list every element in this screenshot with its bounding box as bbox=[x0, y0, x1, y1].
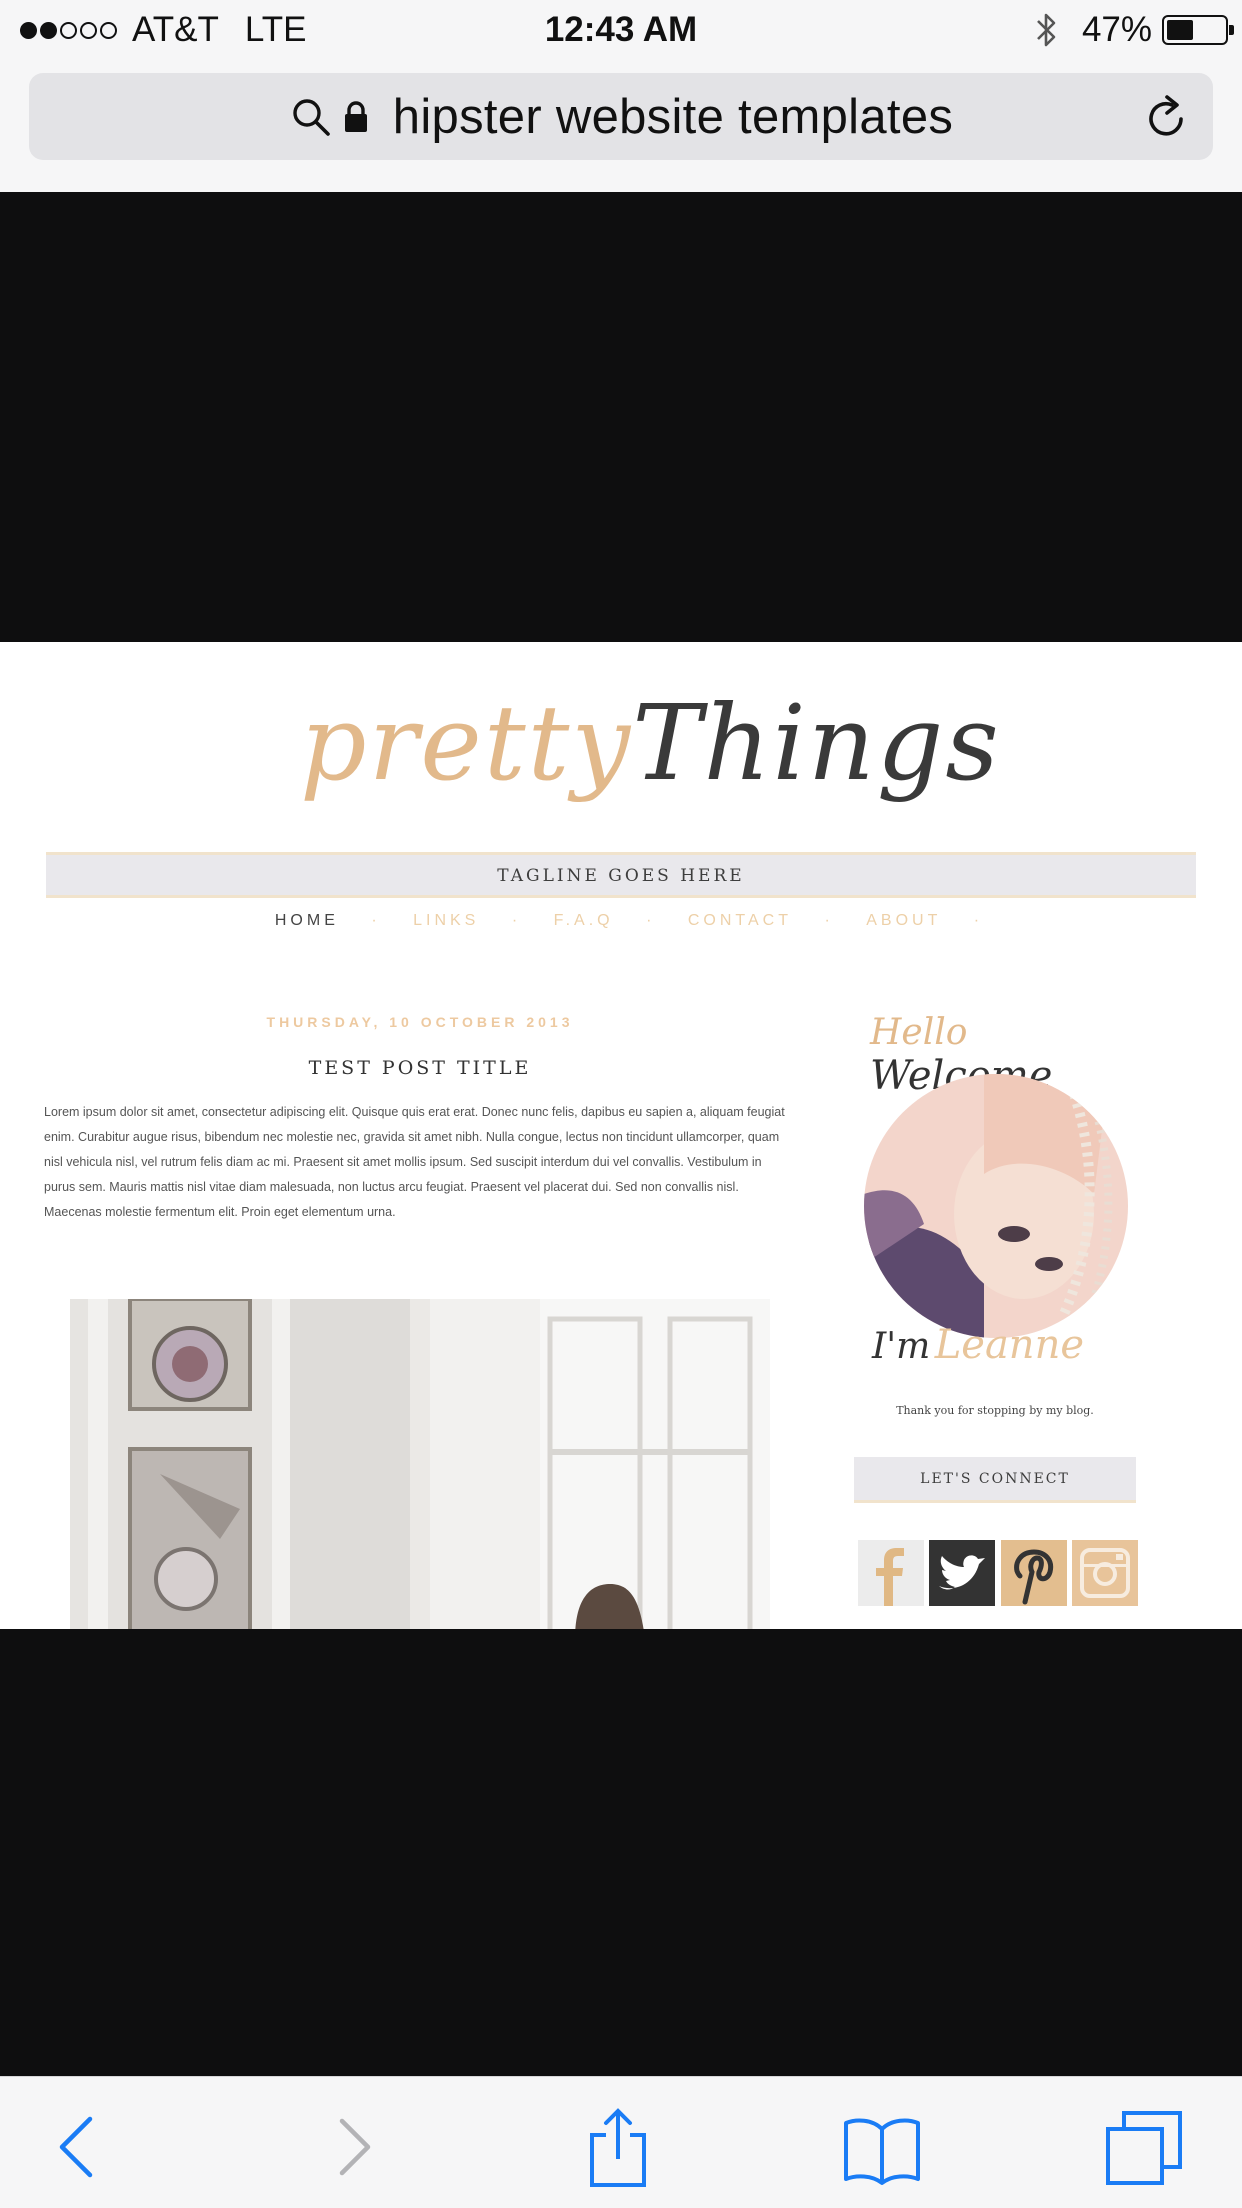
battery-icon bbox=[1162, 15, 1234, 45]
connect-bar: LET'S CONNECT bbox=[854, 1457, 1136, 1503]
welcome-hello: Hello bbox=[870, 1012, 968, 1053]
logo-part-pretty: pretty bbox=[300, 682, 633, 804]
facebook-icon bbox=[858, 1540, 924, 1606]
im-text: I'm bbox=[872, 1326, 931, 1367]
nav-about: ABOUT bbox=[866, 912, 942, 929]
author-name: Leanne bbox=[934, 1322, 1084, 1368]
post-photo bbox=[70, 1299, 770, 1629]
sidebar-welcome-heading: Hello Welcome bbox=[870, 1012, 1130, 1099]
bluetooth-icon bbox=[1037, 13, 1056, 47]
browser-top-chrome: AT&T LTE 12:43 AM 47% hipster website te… bbox=[0, 0, 1242, 192]
safari-toolbar bbox=[0, 2076, 1242, 2208]
status-bar: AT&T LTE 12:43 AM 47% bbox=[0, 0, 1242, 62]
share-icon[interactable] bbox=[578, 2107, 658, 2187]
post-title: TEST POST TITLE bbox=[308, 1057, 532, 1079]
connect-text: LET'S CONNECT bbox=[920, 1471, 1070, 1487]
battery-level bbox=[1167, 20, 1193, 40]
address-query[interactable]: hipster website templates bbox=[393, 89, 953, 145]
tabs-icon[interactable] bbox=[1104, 2107, 1184, 2187]
search-icon bbox=[293, 98, 330, 136]
address-bar[interactable]: hipster website templates bbox=[29, 73, 1213, 160]
post-date: THURSDAY, 10 OCTOBER 2013 bbox=[266, 1014, 574, 1030]
status-right: 47% bbox=[1034, 10, 1234, 50]
tagline-bar: TAGLINE GOES HERE bbox=[46, 852, 1196, 898]
tagline-text: TAGLINE GOES HERE bbox=[497, 866, 745, 886]
blog-logo: prettyThings bbox=[300, 682, 999, 822]
author-portrait bbox=[864, 1074, 1128, 1338]
post-body: Lorem ipsum dolor sit amet, consectetur … bbox=[44, 1105, 785, 1219]
forward-icon[interactable] bbox=[314, 2107, 394, 2187]
nav-faq: F.A.Q bbox=[553, 912, 614, 929]
nav-links: LINKS bbox=[413, 912, 480, 929]
instagram-icon bbox=[1071, 1540, 1138, 1606]
back-icon[interactable] bbox=[38, 2107, 118, 2187]
nav-home: HOME bbox=[274, 912, 339, 929]
battery-percent: 47% bbox=[1081, 10, 1152, 49]
social-icons bbox=[858, 1540, 1138, 1610]
pinterest-icon bbox=[1000, 1540, 1067, 1606]
blog-nav: HOME · LINKS · F.A.Q · CONTACT · ABOUT · bbox=[274, 912, 984, 929]
sidebar-im-heading: I'm Leanne bbox=[872, 1322, 1132, 1382]
bookmarks-icon[interactable] bbox=[842, 2107, 922, 2187]
twitter-icon bbox=[929, 1540, 996, 1606]
image-letterbox-bottom bbox=[0, 1629, 1242, 2076]
sidebar-thanks: Thank you for stopping by my blog. bbox=[896, 1404, 1094, 1417]
lock-icon bbox=[344, 100, 367, 132]
template-preview-image[interactable]: prettyThings TAGLINE GOES HERE HOME · LI… bbox=[0, 642, 1242, 1629]
nav-contact: CONTACT bbox=[687, 912, 792, 929]
reload-icon[interactable] bbox=[1145, 93, 1191, 141]
image-letterbox-top bbox=[0, 192, 1242, 642]
logo-part-things: Things bbox=[632, 682, 1001, 804]
